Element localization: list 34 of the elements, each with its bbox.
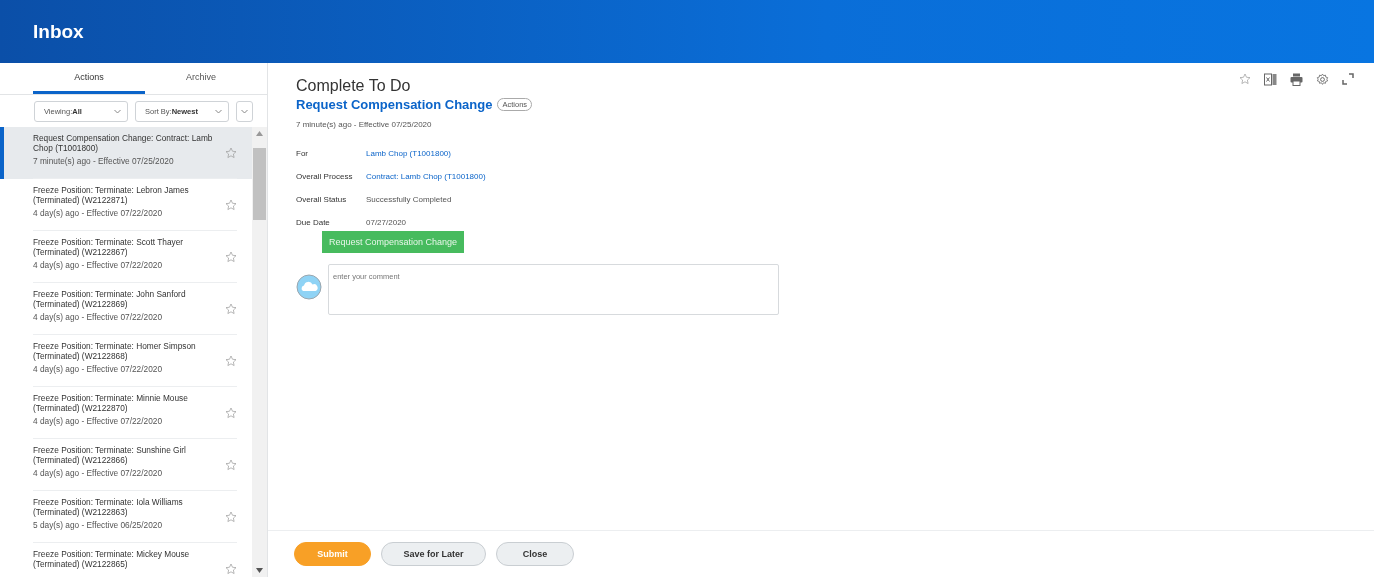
inbox-item[interactable]: Request Compensation Change: Contract: Lamb Chop (T1001800) 7 minute(s) ago - Effective 07/25/2020	[0, 127, 252, 179]
field-label: Overall Status	[296, 195, 348, 204]
item-title: Freeze Position: Terminate: Minnie Mouse (Terminated) (W2122870)	[33, 393, 189, 413]
field-link[interactable]: Contract: Lamb Chop (T1001800)	[366, 172, 486, 181]
page-heading: Complete To Do	[296, 77, 411, 95]
field-label: Due Date	[296, 218, 331, 227]
item-title: Freeze Position: Terminate: Iola Williams (Terminated) (W2122863)	[33, 497, 184, 517]
tab[interactable]: Actions	[33, 63, 145, 94]
item-title: Request Compensation Change: Contract: Lamb Chop (T1001800)	[33, 133, 214, 153]
item-meta: 4 day(s) ago - Effective 07/22/2020	[33, 468, 163, 478]
item-title: Freeze Position: Terminate: Mickey Mouse (Terminated) (W2122865)	[33, 549, 191, 569]
task-meta: 7 minute(s) ago - Effective 07/25/2020	[296, 120, 433, 129]
item-title: Freeze Position: Terminate: Lebron James (Terminated) (W2122871)	[33, 185, 190, 205]
item-title: Freeze Position: Terminate: Homer Simpson (Terminated) (W2122868)	[33, 341, 197, 361]
item-title: Freeze Position: Terminate: Sunshine Girl (Terminated) (W2122866)	[33, 445, 187, 465]
item-meta: 4 day(s) ago - Effective 07/22/2020	[33, 260, 163, 270]
footer-button[interactable]: Close	[496, 542, 574, 566]
item-title: Freeze Position: Terminate: John Sanford (Terminated) (W2122869)	[33, 289, 187, 309]
field-link[interactable]: Lamb Chop (T1001800)	[366, 149, 486, 158]
field-value: Successfully Completed	[366, 195, 453, 204]
item-meta: 4 day(s) ago - Effective 07/22/2020	[33, 312, 163, 322]
item-meta: 4 day(s) ago - Effective 07/22/2020	[33, 208, 163, 218]
item-meta: 4 day(s) ago - Effective 07/22/2020	[33, 416, 163, 426]
field-value: 07/27/2020	[366, 218, 408, 227]
item-meta: 5 day(s) ago - Effective 06/25/2020	[33, 520, 163, 530]
footer-button[interactable]: Save for Later	[381, 542, 486, 566]
page-title: Inbox	[33, 20, 84, 43]
item-title: Freeze Position: Terminate: Scott Thayer (Terminated) (W2122867)	[33, 237, 185, 257]
item-meta: 7 minute(s) ago - Effective 07/25/2020	[33, 156, 175, 166]
task-link[interactable]: Request Compensation Change	[296, 97, 493, 112]
tab[interactable]: Archive	[145, 63, 257, 94]
field-label: Overall Process	[296, 172, 354, 181]
field-label: For	[296, 149, 309, 158]
item-meta: 4 day(s) ago - Effective 07/22/2020	[33, 364, 163, 374]
